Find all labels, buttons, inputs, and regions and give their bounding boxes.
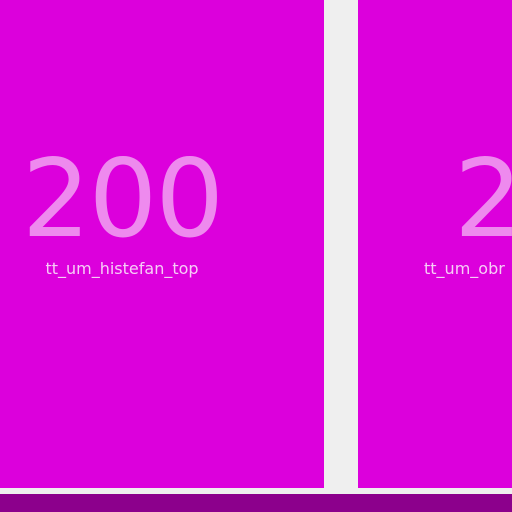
design-card-histefan[interactable]: 200 tt_um_histefan_top — [0, 0, 324, 488]
design-card-value: 2 — [454, 137, 512, 262]
app-screen: 200 tt_um_histefan_top 2 tt_um_obr — [0, 0, 512, 512]
design-card-obr[interactable]: 2 tt_um_obr — [358, 0, 512, 488]
bottom-bar — [0, 494, 512, 512]
card-pager[interactable]: 200 tt_um_histefan_top 2 tt_um_obr — [0, 0, 512, 488]
design-card-value: 200 — [21, 137, 224, 262]
design-card-label: tt_um_histefan_top — [45, 259, 199, 278]
design-card-label: tt_um_obr — [424, 259, 505, 278]
